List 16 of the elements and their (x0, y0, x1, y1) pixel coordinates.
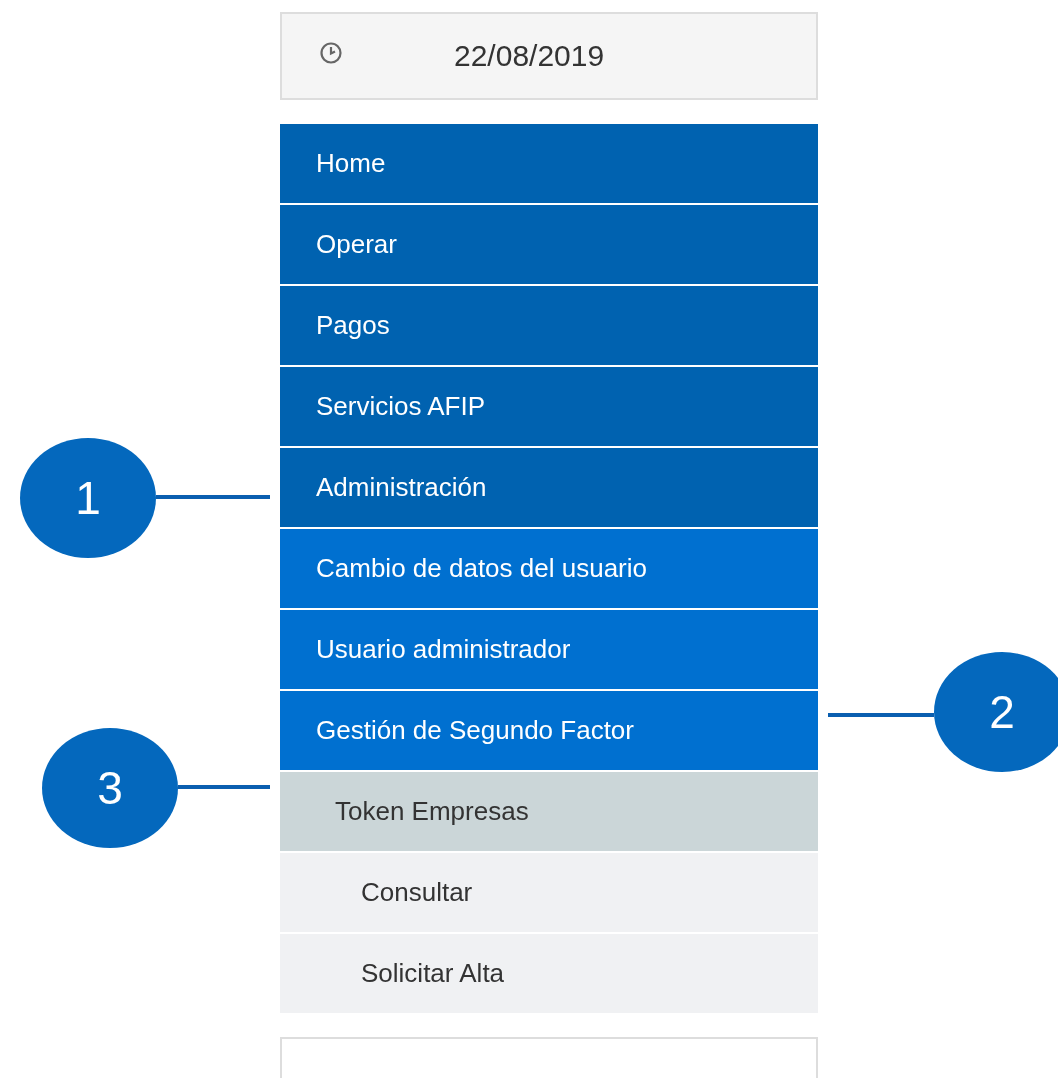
menu-item[interactable]: Home (280, 124, 818, 203)
menu-item[interactable]: Operar (280, 205, 818, 284)
menu-item[interactable]: Pagos (280, 286, 818, 365)
callout-number: 3 (42, 728, 178, 848)
menu-item[interactable]: Solicitar Alta (280, 934, 818, 1013)
menu-item[interactable]: Consultar (280, 853, 818, 932)
date-text: 22/08/2019 (454, 39, 605, 73)
menu-item[interactable]: Servicios AFIP (280, 367, 818, 446)
menu-item[interactable]: Token Empresas (280, 772, 818, 851)
menu-item[interactable]: Gestión de Segundo Factor (280, 691, 818, 770)
menu-item[interactable]: Usuario administrador (280, 610, 818, 689)
clock-icon (319, 41, 343, 65)
callout-number: 1 (20, 438, 156, 558)
menu-item[interactable]: Administración (280, 448, 818, 527)
menu-item[interactable]: Cambio de datos del usuario (280, 529, 818, 608)
callout-number: 2 (934, 652, 1058, 772)
